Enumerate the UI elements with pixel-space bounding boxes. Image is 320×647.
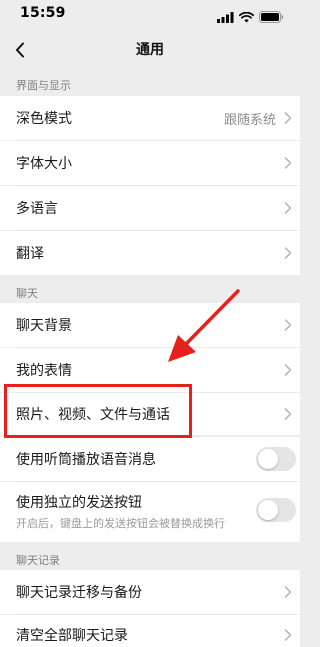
row-label: 清空全部聊天记录 [16, 628, 128, 644]
row-label: 深色模式 [16, 111, 72, 127]
status-time: 15:59 [20, 5, 66, 21]
chevron-right-icon [284, 157, 292, 169]
row-label: 照片、视频、文件与通话 [16, 407, 170, 423]
chevron-right-icon [284, 586, 292, 598]
row-label: 我的表情 [16, 363, 72, 379]
row-migrate-backup[interactable]: 聊天记录迁移与备份 [0, 570, 300, 614]
send-button-toggle[interactable] [256, 498, 296, 522]
status-icons [217, 8, 284, 27]
row-label: 翻译 [16, 246, 44, 262]
row-font-size[interactable]: 字体大小 [0, 141, 300, 185]
chevron-right-icon [284, 408, 292, 420]
section-header-display: 界面与显示 [16, 79, 71, 92]
settings-screen: 15:59 通用 界面与显示 深色模式 跟随系统 字体大小 多语言 翻译 聊天 … [0, 0, 300, 647]
row-send-button: 使用独立的发送按钮 开启后，键盘上的发送按钮会被替换成换行 [0, 482, 300, 542]
chevron-right-icon [284, 629, 292, 641]
row-label: 聊天记录迁移与备份 [16, 585, 142, 601]
row-label: 聊天背景 [16, 318, 72, 334]
row-media-files-calls[interactable]: 照片、视频、文件与通话 [0, 393, 300, 435]
wifi-icon [238, 8, 255, 27]
row-earpiece: 使用听筒播放语音消息 [0, 437, 300, 481]
chevron-right-icon [284, 247, 292, 259]
page-title: 通用 [136, 42, 164, 58]
signal-icon [217, 8, 234, 27]
row-label: 字体大小 [16, 156, 72, 172]
row-translate[interactable]: 翻译 [0, 231, 300, 275]
nav-bar: 通用 [0, 30, 300, 70]
toggle-knob [258, 449, 278, 469]
section-header-history: 聊天记录 [16, 554, 60, 567]
chevron-right-icon [284, 319, 292, 331]
row-subtitle: 开启后，键盘上的发送按钮会被替换成换行 [16, 517, 225, 530]
earpiece-toggle[interactable] [256, 447, 296, 471]
row-chat-background[interactable]: 聊天背景 [0, 303, 300, 347]
row-label: 使用独立的发送按钮 [16, 495, 142, 511]
chevron-right-icon [284, 112, 292, 124]
back-button[interactable] [4, 34, 36, 66]
row-my-stickers[interactable]: 我的表情 [0, 348, 300, 392]
row-label: 多语言 [16, 201, 58, 217]
chevron-left-icon [16, 42, 24, 58]
row-value: 跟随系统 [223, 113, 276, 128]
chevron-right-icon [284, 202, 292, 214]
battery-icon [259, 8, 284, 27]
row-dark-mode[interactable]: 深色模式 跟随系统 [0, 96, 300, 140]
row-clear-all[interactable]: 清空全部聊天记录 [0, 615, 300, 647]
status-bar: 15:59 [0, 0, 300, 30]
row-label: 使用听筒播放语音消息 [16, 452, 156, 468]
row-language[interactable]: 多语言 [0, 186, 300, 230]
section-header-chat: 聊天 [16, 287, 38, 300]
chevron-right-icon [284, 364, 292, 376]
toggle-knob [258, 500, 278, 520]
